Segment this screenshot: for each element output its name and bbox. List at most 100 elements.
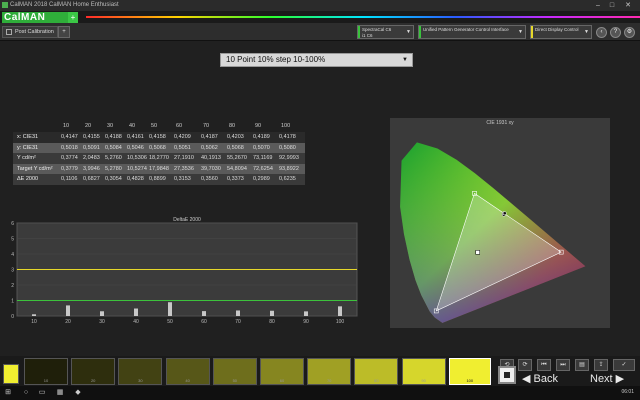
table-cell: 0,5080 [279, 144, 296, 151]
measured-point [502, 211, 507, 216]
chevron-down-icon: ▼ [518, 29, 523, 35]
table-cell: 0,2989 [253, 176, 270, 183]
display-control-select[interactable]: Direct Display Control ▼ [530, 25, 592, 39]
swatch-10[interactable]: 10 [24, 358, 68, 385]
column-header: 40 [129, 123, 136, 129]
back-label: Back [533, 373, 558, 385]
table-cell: 0,3560 [201, 176, 218, 183]
table-cell: 2,0483 [83, 155, 100, 162]
calman-taskbar-icon[interactable]: ◆ [72, 388, 84, 398]
table-cell: 0,5051 [174, 144, 191, 151]
table-cell: 27,1910 [174, 155, 194, 162]
title-bar: CalMAN 2018 CalMAN Home Enthusiast – □ ✕ [0, 0, 640, 11]
y-tick-label: 1 [11, 299, 14, 305]
table-row: ΔE 2000 0,1106 0,6827 0,3054 0,4828 0,8899 0,3… [13, 174, 305, 185]
swatch-50[interactable]: 50 [212, 358, 257, 385]
add-tab-button[interactable]: + [58, 26, 70, 38]
check-icon[interactable]: ✓ [613, 359, 635, 371]
stop-button[interactable] [498, 366, 516, 384]
swatch-80[interactable]: 80 [354, 358, 399, 385]
swatch-label: 70 [326, 378, 332, 383]
bar-70 [236, 310, 240, 316]
bar-50 [168, 302, 172, 316]
pattern-generator-select[interactable]: Unified Pattern Generator Control Interf… [418, 25, 526, 39]
bar-10 [32, 314, 36, 316]
table-cell: 0,5084 [105, 144, 122, 151]
table-cell: 3,9946 [83, 165, 100, 172]
y-tick-label: 4 [11, 252, 14, 258]
table-header: 10 20 30 40 50 60 70 80 90 100 [13, 122, 305, 131]
last-icon[interactable]: ⏭ [556, 359, 570, 371]
column-header: 10 [63, 123, 70, 129]
chevron-down-icon: ▼ [406, 29, 411, 35]
continuous-icon[interactable]: ⟳ [518, 359, 532, 371]
next-label: Next [590, 373, 613, 385]
swatch-20[interactable]: 20 [71, 358, 116, 385]
table-cell: 0,3373 [227, 176, 244, 183]
table-row: y: CIE31 0,5018 0,5091 0,5084 0,5046 0,5068 0,… [13, 142, 305, 154]
table-cell: 5,2780 [105, 165, 122, 172]
settings-icon[interactable]: ⚙ [624, 27, 635, 38]
task-view-icon[interactable]: ▭ [36, 388, 48, 398]
swatch-label: 20 [90, 378, 96, 383]
table-cell: 0,5046 [127, 144, 144, 151]
swatch-100[interactable]: 100 [448, 358, 491, 385]
table-cell: 72,6254 [253, 165, 273, 172]
cie-title: CIE 1931 xy [486, 120, 514, 126]
table-cell: 0,4155 [83, 134, 100, 140]
tab-post-calibration-label: Post Calibration [15, 29, 54, 35]
calman-logo: CalMAN [2, 12, 68, 23]
swatch-40[interactable]: 40 [165, 358, 210, 385]
first-icon[interactable]: ⏮ [537, 359, 551, 371]
pattern-generator-label: Unified Pattern Generator Control Interf… [423, 27, 509, 32]
help-icon[interactable]: ? [610, 27, 621, 38]
save-icon[interactable]: ▤ [575, 359, 589, 371]
start-icon[interactable]: ⊞ [2, 388, 14, 398]
stop-icon [504, 372, 510, 378]
export-icon[interactable]: ⇪ [594, 359, 608, 371]
search-icon[interactable]: ○ [20, 388, 32, 398]
back-button[interactable]: ◀ Back [522, 372, 558, 385]
column-header: 60 [176, 123, 183, 129]
y-tick-label: 6 [11, 221, 14, 227]
tab-post-calibration[interactable]: Post Calibration [2, 26, 58, 38]
table-cell: 0,4189 [253, 134, 270, 140]
minimize-icon[interactable]: – [592, 0, 604, 11]
table-cell: 0,4828 [127, 176, 144, 183]
x-tick-label: 90 [303, 319, 309, 325]
table-cell: 0,6235 [279, 176, 296, 183]
chevron-down-icon: ▼ [402, 57, 408, 63]
close-icon[interactable]: ✕ [622, 0, 634, 11]
workflow-preset-select[interactable]: 10 Point 10% step 10-100% ▼ [220, 53, 413, 67]
table-cell: 93,8922 [279, 165, 299, 172]
table-cell: 0,3054 [105, 176, 122, 183]
table-cell: 0,4203 [227, 134, 244, 140]
meter-device-sublabel: i1 C6 [362, 32, 373, 38]
device-status-bar [419, 26, 421, 38]
swatch-30[interactable]: 30 [118, 358, 163, 385]
swatch-60[interactable]: 60 [260, 358, 304, 385]
device-status-bar [531, 26, 533, 38]
swatch-label: 40 [185, 378, 190, 383]
table-cell: 0,6827 [83, 176, 100, 183]
chart-title: DeltaE 2000 [173, 217, 201, 223]
explorer-icon[interactable]: ▦ [54, 388, 66, 398]
swatch-70[interactable]: 70 [307, 358, 352, 385]
bar-100 [338, 306, 342, 316]
swatch-label: 60 [279, 378, 285, 383]
taskbar: ⊞ ○ ▭ ▦ ◆ 06:01 [0, 386, 640, 400]
table-cell: 10,5274 [127, 165, 147, 172]
x-tick-label: 70 [235, 319, 241, 325]
table-cell: 55,2670 [227, 155, 247, 162]
swatch-90[interactable]: 90 [401, 358, 446, 385]
meter-device-select[interactable]: SpectraCal C6 i1 C6 ▼ [357, 25, 414, 39]
table-cell: 0,4209 [174, 134, 191, 140]
swatch-label: 90 [421, 378, 426, 383]
table-cell: 0,5018 [61, 144, 78, 151]
x-tick-label: 80 [269, 319, 275, 325]
table-cell: 0,4161 [127, 134, 144, 140]
deltae-chart: DeltaE 2000 0 1 2 3 4 5 6 10 20 30 40 50 60 70 80 90 100 [5, 215, 360, 328]
back-icon[interactable]: ‹ [596, 27, 607, 38]
next-button[interactable]: Next ▶ [590, 372, 624, 385]
maximize-icon[interactable]: □ [606, 0, 618, 11]
